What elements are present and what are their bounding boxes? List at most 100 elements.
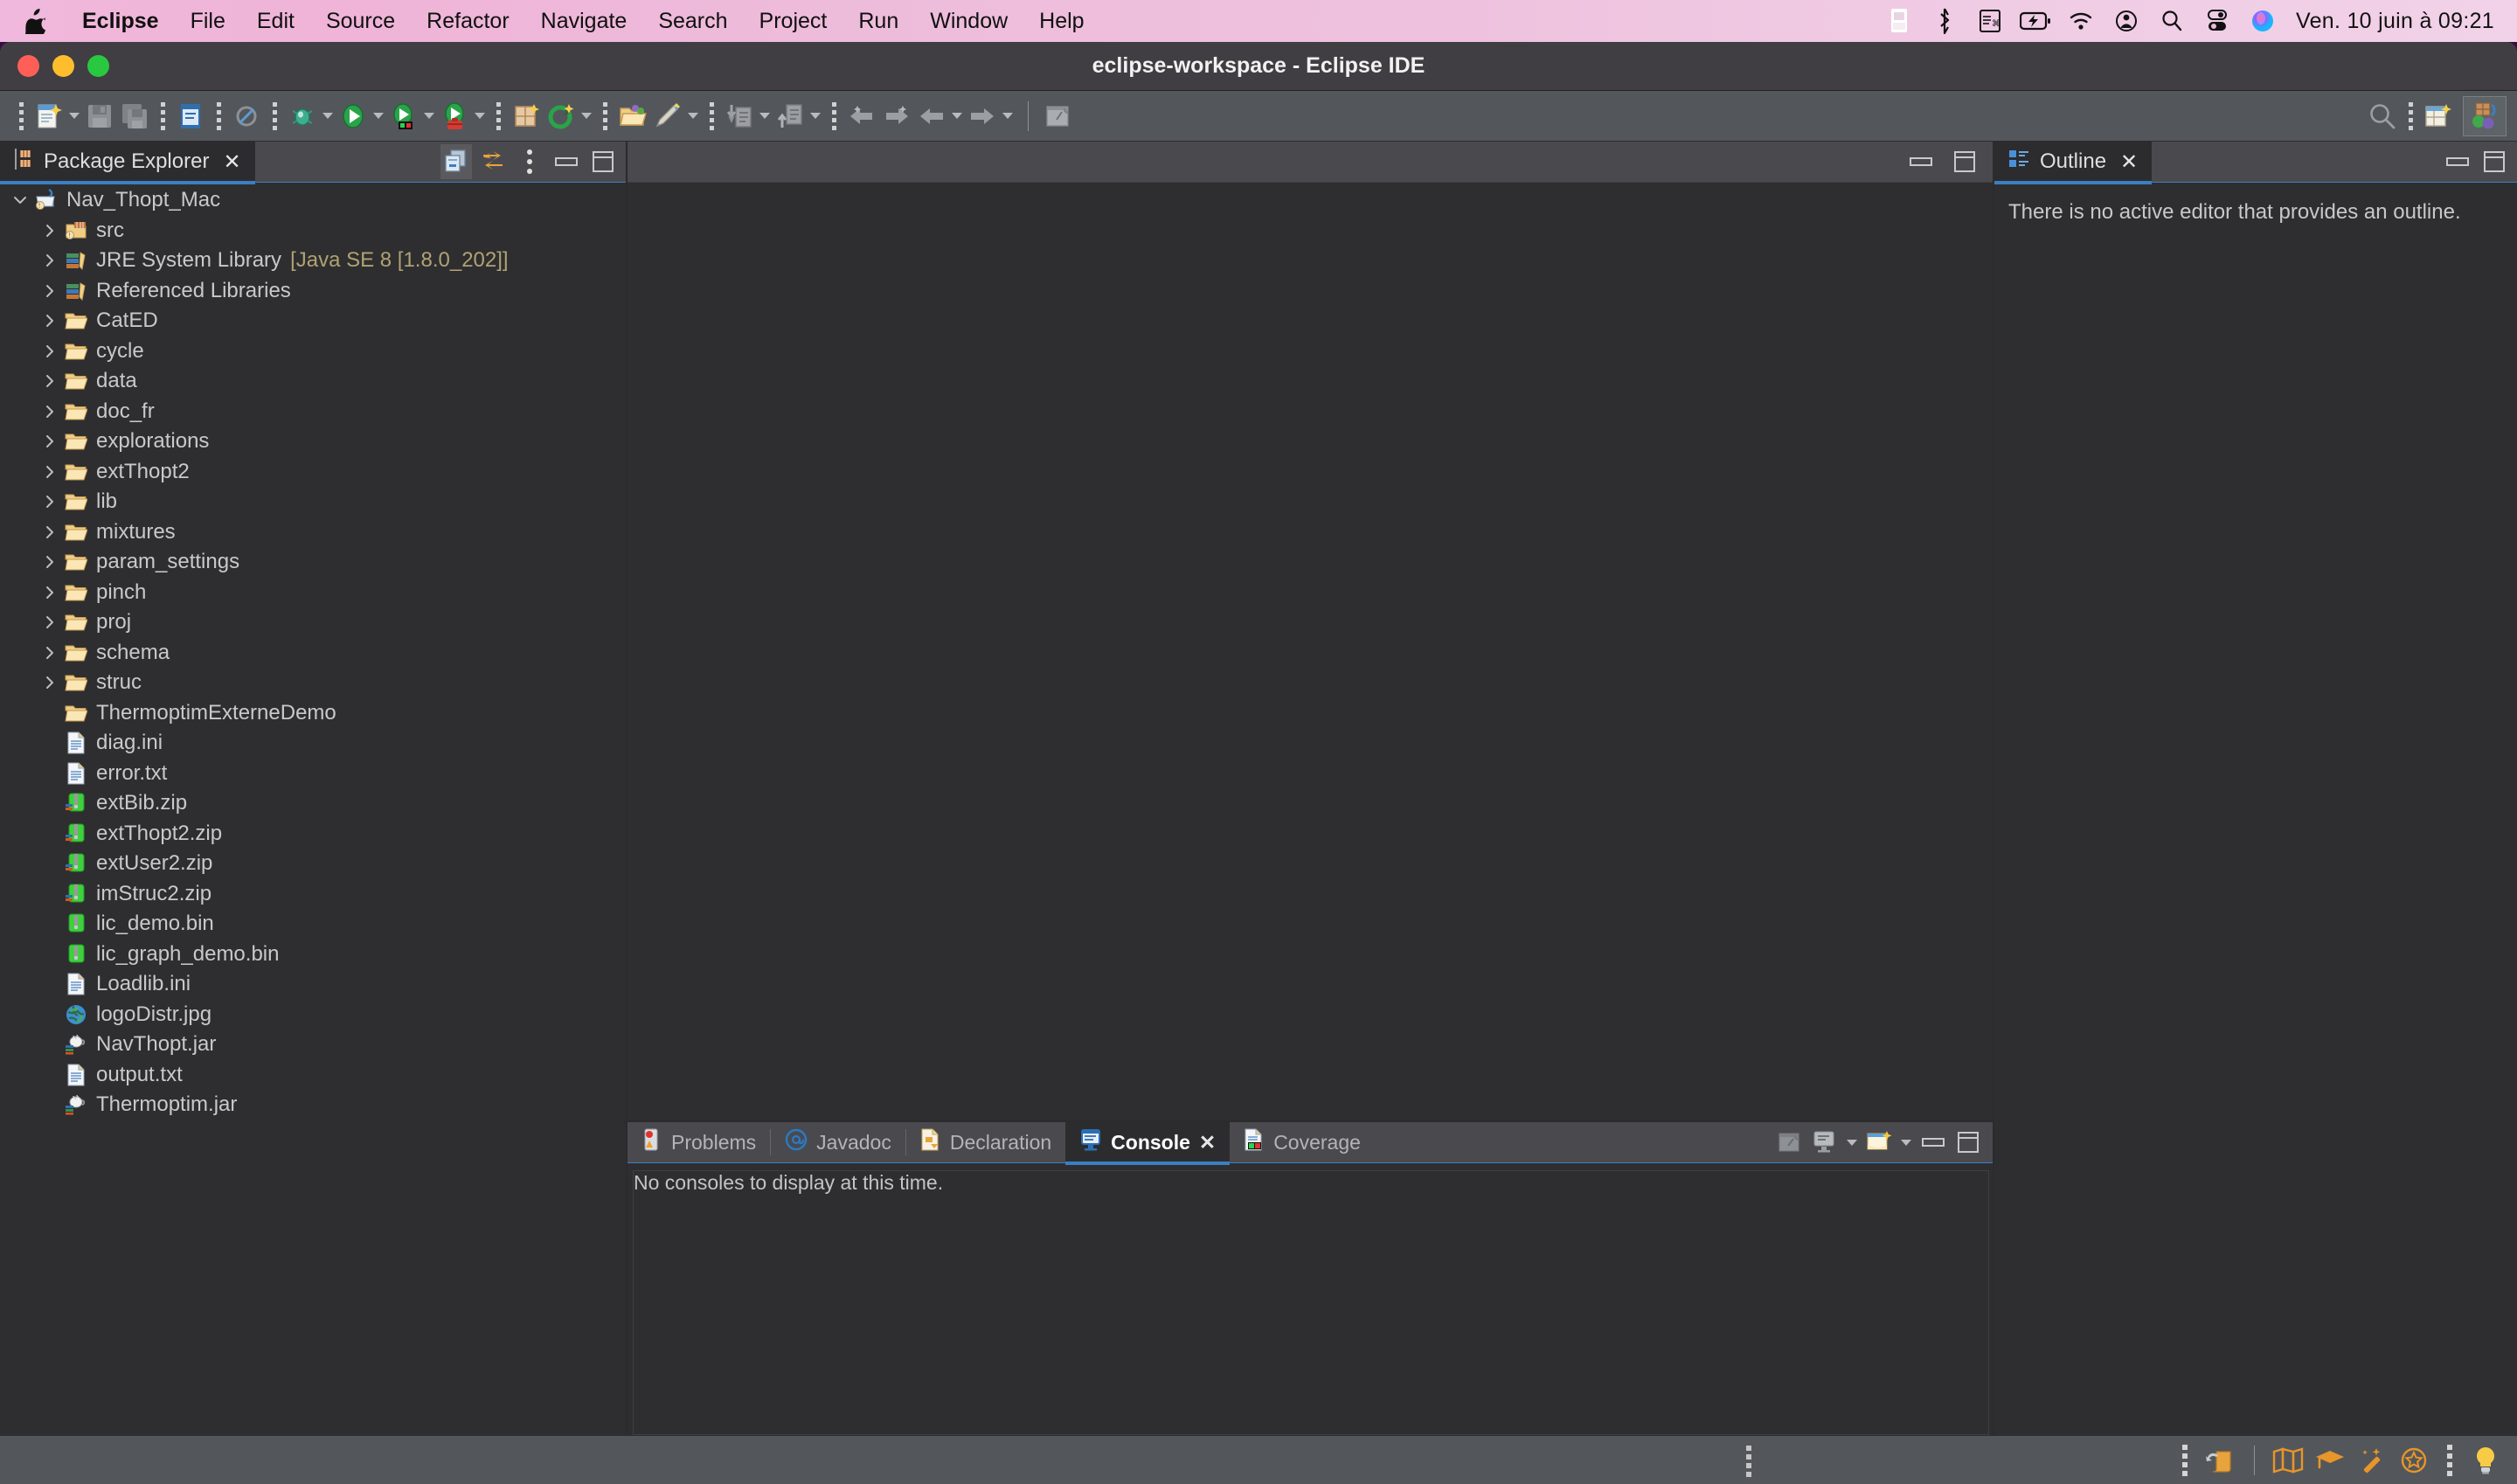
tree-item[interactable]: CatED [0,306,626,336]
tree-item[interactable]: param_settings [0,547,626,578]
open-folder-button[interactable] [615,98,650,135]
chevron-right-icon[interactable] [38,675,61,690]
collapse-all-button[interactable] [440,144,472,179]
maximize-outline-button[interactable] [2479,144,2510,179]
chevron-right-icon[interactable] [38,223,61,239]
tree-item[interactable]: data [0,366,626,397]
chevron-right-icon[interactable] [38,313,61,329]
zoom-button[interactable] [87,55,109,77]
tree-item[interactable]: ThermoptimExterneDemo [0,698,626,729]
tree-item[interactable]: output.txt [0,1060,626,1091]
tree-item[interactable]: struc [0,668,626,698]
tab-declaration[interactable]: Declaration [906,1122,1065,1162]
highlighter-dropdown[interactable] [685,98,701,135]
new-class-wizard-button[interactable] [544,98,579,135]
menu-edit[interactable]: Edit [241,0,310,42]
run-dropdown[interactable] [371,98,386,135]
console-text-area[interactable]: No consoles to display at this time. [633,1170,1989,1435]
chevron-down-icon[interactable] [9,192,31,208]
tree-item[interactable]: Loadlib.ini [0,969,626,1000]
tab-console[interactable]: Console ✕ [1065,1122,1231,1165]
tree-item[interactable]: extBib.zip [0,788,626,819]
toolbar-drag-handle[interactable] [15,98,27,135]
menu-project[interactable]: Project [744,0,843,42]
tab-javadoc[interactable]: Javadoc [771,1122,905,1162]
toolbar-separator-2[interactable] [212,98,225,135]
tutorial-button[interactable] [2311,1441,2349,1480]
toolbar-separator-3[interactable] [268,98,281,135]
open-console-button[interactable] [1863,1125,1895,1160]
open-console-dropdown[interactable] [1898,1124,1914,1161]
new-wizard-dropdown[interactable] [66,98,82,135]
minimize-console-button[interactable] [1917,1125,1949,1160]
menu-run[interactable]: Run [842,0,914,42]
tree-item[interactable]: proj [0,607,626,638]
next-annotation-button[interactable] [879,98,914,135]
tab-outline[interactable]: Outline ✕ [1994,142,2153,184]
forward-button[interactable] [965,98,1000,135]
chevron-right-icon[interactable] [38,404,61,420]
tab-package-explorer[interactable]: Package Explorer ✕ [0,142,255,184]
user-account-icon[interactable] [2104,2,2149,40]
coverage-dropdown[interactable] [421,98,437,135]
new-java-package-button[interactable] [509,98,544,135]
chevron-right-icon[interactable] [38,494,61,510]
tree-item[interactable]: error.txt [0,759,626,789]
tree-item[interactable]: JRE System Library [Java SE 8 [1.8.0_202]… [0,246,626,276]
tree-item[interactable]: extThopt2.zip [0,819,626,849]
tree-item[interactable]: ! src [0,216,626,246]
display-console-dropdown[interactable] [1844,1124,1860,1161]
close-icon[interactable]: ✕ [1199,1131,1216,1155]
drag-dots-icon-2[interactable] [2447,1444,2452,1476]
apple-logo-icon[interactable] [23,6,49,36]
toolbar-separator-6[interactable] [705,98,718,135]
quick-access-search-button[interactable] [2365,98,2400,135]
chevron-right-icon[interactable] [38,585,61,600]
tab-problems[interactable]: Problems [628,1122,770,1162]
tree-item[interactable]: extThopt2 [0,457,626,488]
minimize-editor-button[interactable] [1905,144,1937,179]
save-button[interactable] [82,98,117,135]
wifi-icon[interactable] [2058,2,2104,40]
menu-file[interactable]: File [175,0,241,42]
close-icon[interactable]: ✕ [223,149,240,175]
tree-item[interactable]: explorations [0,426,626,457]
save-all-button[interactable] [117,98,152,135]
tree-item[interactable]: diag.ini [0,728,626,759]
undo-history-button[interactable] [2202,1441,2240,1480]
battery-charging-icon[interactable] [2013,2,2058,40]
chevron-right-icon[interactable] [38,464,61,480]
tree-item[interactable]: cycle [0,336,626,367]
chevron-right-icon[interactable] [38,253,61,268]
tip-lightbulb-button[interactable] [2466,1441,2505,1480]
tree-item[interactable]: lic_graph_demo.bin [0,940,626,970]
minimize-panel-button[interactable] [551,144,582,179]
keyboard-input-icon[interactable]: ⌘ [1967,2,2013,40]
tree-item[interactable]: extUser2.zip [0,849,626,879]
tree-item[interactable]: schema [0,638,626,669]
link-with-editor-button[interactable] [477,144,509,179]
toolbar-separator-7[interactable] [828,98,840,135]
toolbar-separator-5[interactable] [599,98,611,135]
chevron-right-icon[interactable] [38,433,61,449]
export-dropdown[interactable] [808,98,823,135]
toolbar-separator-1[interactable] [156,98,169,135]
new-class-dropdown[interactable] [579,98,594,135]
close-button[interactable] [17,55,39,77]
view-menu-button[interactable] [514,144,545,179]
back-button[interactable] [914,98,949,135]
menu-source[interactable]: Source [310,0,411,42]
spotlight-search-icon[interactable] [2149,2,2195,40]
chevron-right-icon[interactable] [38,645,61,661]
tree-item[interactable]: NavThopt.jar [0,1030,626,1060]
maximize-panel-button[interactable] [587,144,619,179]
skip-breakpoints-button[interactable] [229,98,264,135]
console-view[interactable]: No consoles to display at this time. [628,1162,1993,1435]
macos-clock[interactable]: Ven. 10 juin à 09:21 [2285,9,2494,34]
toolbar-separator-9[interactable] [2404,98,2416,135]
minimize-button[interactable] [52,55,74,77]
display-selected-console-button[interactable] [1809,1125,1841,1160]
menu-refactor[interactable]: Refactor [411,0,524,42]
tree-item[interactable]: lic_demo.bin [0,909,626,940]
pin-editor-button[interactable] [1041,98,1076,135]
